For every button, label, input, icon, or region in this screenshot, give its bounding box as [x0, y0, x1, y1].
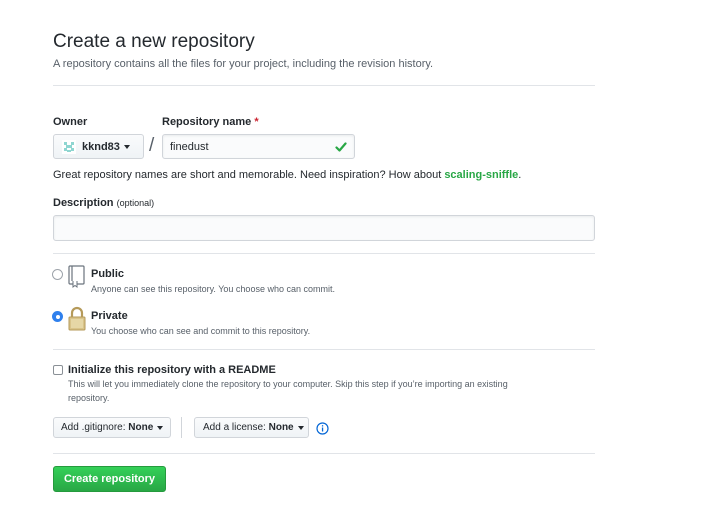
description-label: Description (optional)	[53, 197, 155, 209]
public-label: Public	[91, 268, 125, 280]
select-divider	[181, 417, 182, 438]
divider	[53, 349, 595, 350]
license-value: None	[268, 422, 294, 433]
private-label: Private	[91, 310, 128, 322]
readme-checkbox[interactable]	[53, 365, 63, 375]
gitignore-value: None	[128, 422, 154, 433]
owner-repo-separator: /	[149, 135, 155, 156]
info-icon[interactable]	[316, 422, 329, 440]
check-icon	[335, 140, 347, 158]
repo-name-label: Repository name *	[162, 116, 259, 128]
license-select[interactable]: Add a license: None	[194, 417, 309, 438]
gitignore-select[interactable]: Add .gitignore: None	[53, 417, 171, 438]
readme-label: Initialize this repository with a README	[68, 364, 276, 376]
owner-label: Owner	[53, 116, 88, 128]
create-repository-button[interactable]: Create repository	[53, 466, 166, 492]
repo-name-hint: Great repository names are short and mem…	[53, 169, 522, 181]
repo-name-value: finedust	[170, 140, 209, 153]
page-title: Create a new repository	[53, 31, 255, 52]
owner-select[interactable]: kknd83	[53, 134, 144, 159]
description-input[interactable]	[53, 215, 595, 241]
owner-avatar	[62, 139, 76, 154]
divider	[53, 85, 595, 86]
repo-name-input[interactable]: finedust	[162, 134, 355, 159]
owner-value: kknd83	[82, 140, 120, 153]
readme-desc: This will let you immediately clone the …	[68, 379, 508, 403]
required-marker: *	[254, 116, 259, 128]
private-desc: You choose who can see and commit to thi…	[91, 326, 311, 336]
public-radio[interactable]	[52, 269, 63, 280]
license-label: Add a license:	[203, 422, 266, 433]
gitignore-label: Add .gitignore:	[61, 422, 126, 433]
optional-tag: (optional)	[116, 198, 155, 208]
chevron-down-icon	[123, 144, 130, 149]
name-suggestion[interactable]: scaling-sniffle	[444, 169, 518, 181]
lock-icon	[67, 306, 87, 337]
page-subtitle: A repository contains all the files for …	[53, 58, 434, 70]
repo-book-icon	[67, 264, 87, 293]
private-radio[interactable]	[52, 311, 63, 322]
divider	[53, 253, 595, 254]
chevron-down-icon	[157, 425, 164, 430]
divider	[53, 453, 595, 454]
chevron-down-icon	[297, 425, 304, 430]
public-desc: Anyone can see this repository. You choo…	[91, 284, 335, 294]
